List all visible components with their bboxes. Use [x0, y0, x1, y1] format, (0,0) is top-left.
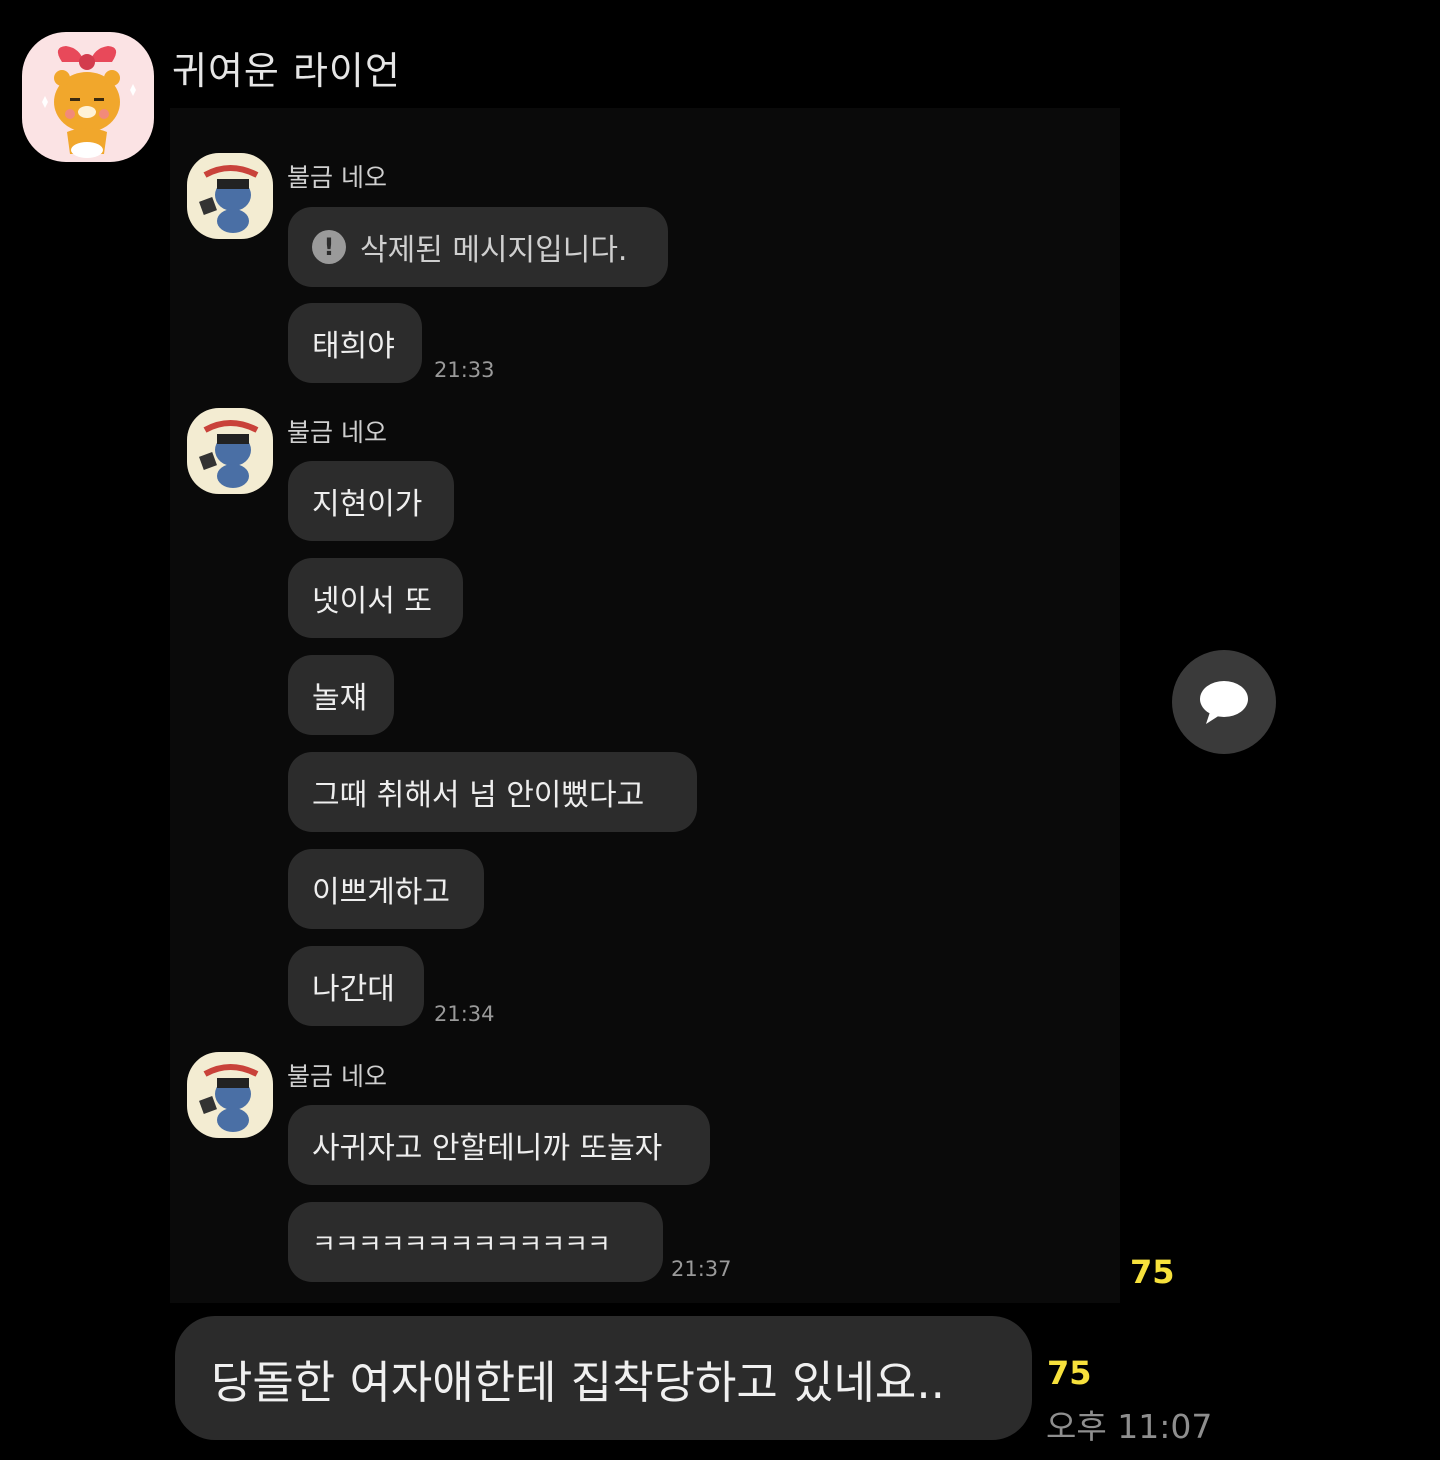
message-text: 지현이가 — [312, 487, 423, 522]
chat-bubble-button[interactable] — [1172, 650, 1276, 754]
message-time: 21:37 — [671, 1257, 732, 1281]
profile-avatar-ryan[interactable] — [22, 32, 154, 162]
message-text: 놀쟤 — [312, 681, 368, 716]
speech-bubble-icon — [1200, 681, 1248, 724]
ryan-character-icon — [42, 46, 136, 158]
sender-avatar[interactable] — [187, 408, 273, 494]
message-bubble[interactable]: 넷이서 또 — [288, 558, 463, 638]
message-text: 그때 취해서 넘 안이뻤다고 — [312, 778, 645, 813]
unread-count: 75 — [1130, 1253, 1175, 1291]
message-bubble[interactable]: 이쁘게하고 — [288, 849, 484, 929]
message-text: 나간대 — [312, 972, 395, 1007]
my-message-time: 오후 11:07 — [1046, 1407, 1213, 1446]
deleted-message-text: 삭제된 메시지입니다. — [360, 233, 628, 268]
sender-name: 불금 네오 — [287, 1062, 387, 1091]
message-text: 이쁘게하고 — [312, 875, 450, 910]
message-bubble[interactable]: 태희야 — [288, 303, 422, 383]
sender-avatar[interactable] — [187, 1052, 273, 1138]
message-text: ㅋㅋㅋㅋㅋㅋㅋㅋㅋㅋㅋㅋㅋ — [312, 1229, 611, 1260]
sender-name: 불금 네오 — [287, 163, 387, 192]
neo-character-icon — [199, 1064, 259, 1132]
message-bubble[interactable]: 그때 취해서 넘 안이뻤다고 — [288, 752, 697, 832]
exclamation-icon: ! — [312, 230, 346, 264]
my-message-bubble[interactable]: 당돌한 여자애한테 집착당하고 있네요.. — [175, 1316, 1032, 1440]
chat-room-title: 귀여운 라이언 — [172, 49, 401, 93]
message-time: 21:33 — [434, 358, 495, 382]
message-text: 넷이서 또 — [312, 584, 432, 619]
message-time: 21:34 — [434, 1002, 495, 1026]
neo-character-icon — [199, 165, 259, 233]
message-text: 태희야 — [312, 329, 395, 364]
message-bubble[interactable]: ㅋㅋㅋㅋㅋㅋㅋㅋㅋㅋㅋㅋㅋ — [288, 1202, 663, 1282]
message-bubble[interactable]: 놀쟤 — [288, 655, 394, 735]
my-message-unread-count: 75 — [1047, 1354, 1092, 1392]
message-bubble[interactable]: 나간대 — [288, 946, 424, 1026]
message-text: 사귀자고 안할테니까 또놀자 — [312, 1131, 663, 1166]
sender-name: 불금 네오 — [287, 418, 387, 447]
message-bubble[interactable]: 지현이가 — [288, 461, 454, 541]
message-bubble[interactable]: 사귀자고 안할테니까 또놀자 — [288, 1105, 710, 1185]
my-message-text: 당돌한 여자애한테 집착당하고 있네요.. — [211, 1355, 945, 1409]
deleted-message-bubble[interactable]: ! 삭제된 메시지입니다. — [288, 207, 668, 287]
neo-character-icon — [199, 420, 259, 488]
sender-avatar[interactable] — [187, 153, 273, 239]
